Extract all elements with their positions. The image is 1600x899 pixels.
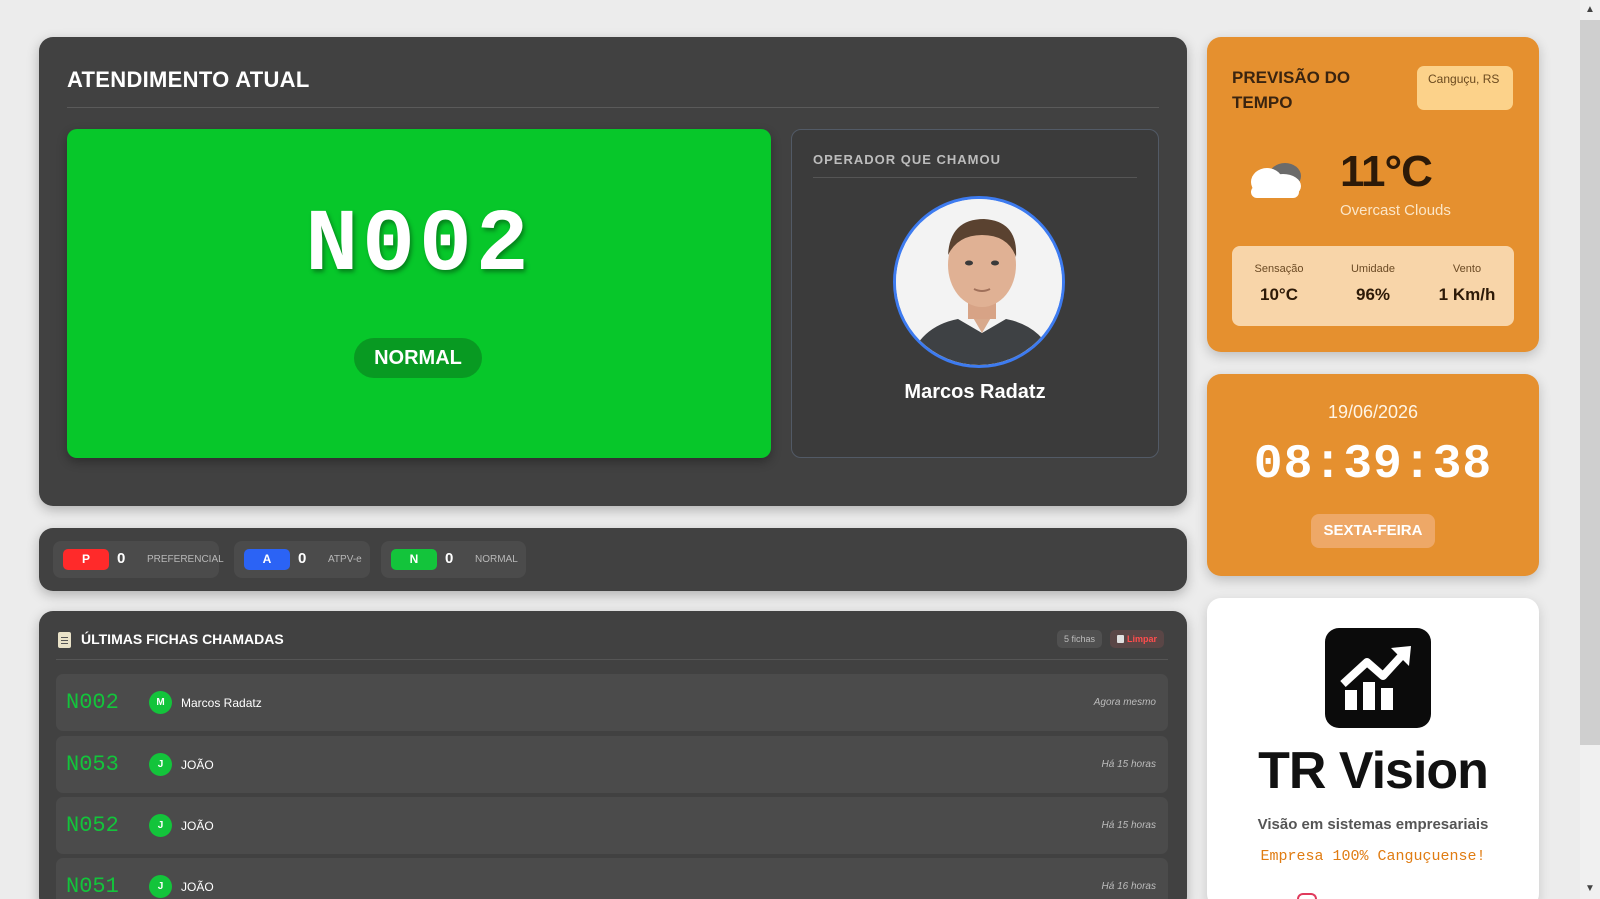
counter-label: ATPV-e [328, 554, 362, 565]
counter-badge: P [63, 549, 109, 570]
brand-name: TR Vision [1258, 742, 1489, 800]
history-row: N051 J JOÃO Há 16 horas [56, 858, 1168, 899]
operator-photo-icon [896, 199, 1062, 365]
counter-label: PREFERENCIAL [147, 554, 224, 565]
counter-preferencial: P 0 PREFERENCIAL [53, 541, 224, 578]
clock-panel: 19/06/2026 08:39:38 SEXTA-FEIRA [1207, 374, 1539, 576]
weather-city-badge: Canguçu, RS [1417, 66, 1513, 110]
stat-value: 96% [1355, 285, 1391, 304]
instagram-icon[interactable] [1297, 893, 1317, 899]
operator-label: OPERADOR QUE CHAMOU [813, 152, 1002, 167]
cloud-icon [1251, 163, 1301, 198]
counter-badge: N [391, 549, 437, 570]
clock-time: 08:39:38 [1253, 438, 1493, 492]
trash-icon [1117, 635, 1124, 643]
operator-card: OPERADOR QUE CHAMOU Marcos Radatz [791, 129, 1159, 458]
current-call-panel: ATENDIMENTO ATUAL N002 NORMAL OPERADOR Q… [39, 37, 1187, 506]
title-divider [67, 107, 1159, 108]
weather-temperature: 11°C [1340, 147, 1433, 196]
history-time: Há 15 horas [1101, 820, 1156, 831]
counter-count: 0 [445, 550, 454, 567]
stat-feels-like: Sensação 10°C [1232, 263, 1326, 305]
operator-avatar [893, 196, 1065, 368]
history-ticket-number: N052 [66, 813, 119, 838]
history-operator-name: JOÃO [181, 819, 214, 833]
operator-divider [813, 177, 1137, 178]
last-tickets-title: ÚLTIMAS FICHAS CHAMADAS [81, 631, 284, 647]
page-scrollbar[interactable]: ▲ ▼ [1580, 0, 1600, 899]
clear-history-label: Limpar [1127, 634, 1158, 644]
current-ticket-card: N002 NORMAL [67, 129, 771, 458]
stat-wind: Vento 1 Km/h [1420, 263, 1514, 305]
weather-description: Overcast Clouds [1340, 202, 1451, 219]
counter-count: 0 [117, 550, 126, 567]
clipboard-icon [58, 632, 71, 648]
counter-count: 0 [298, 550, 307, 567]
history-operator-name: JOÃO [181, 880, 214, 894]
weather-stats: Sensação 10°C Umidade 96% Vento 1 Km/h [1232, 246, 1514, 326]
weather-panel: PREVISÃO DO TEMPO Canguçu, RS 11°C Overc… [1207, 37, 1539, 352]
history-ticket-number: N053 [66, 752, 119, 777]
history-operator-avatar: J [149, 814, 172, 837]
current-ticket-type-badge: NORMAL [354, 338, 482, 378]
stat-label: Sensação [1254, 263, 1304, 275]
ticket-counters-bar: P 0 PREFERENCIAL A 0 ATPV-e N 0 NORMAL [39, 528, 1187, 591]
stat-value: 10°C [1260, 285, 1298, 304]
history-row: N002 M Marcos Radatz Agora mesmo [56, 674, 1168, 731]
brand-slogan: Visão em sistemas empresariais [1257, 816, 1489, 833]
clock-date: 19/06/2026 [1327, 402, 1419, 422]
stat-value: 1 Km/h [1438, 285, 1496, 304]
brand-panel: TR Vision Visão em sistemas empresariais… [1207, 598, 1539, 899]
stat-label: Vento [1452, 263, 1482, 275]
history-operator-avatar: M [149, 691, 172, 714]
counter-normal: N 0 NORMAL [381, 541, 526, 578]
history-time: Agora mesmo [1093, 697, 1156, 708]
brand-logo [1325, 628, 1431, 728]
history-divider [56, 659, 1168, 660]
current-call-title: ATENDIMENTO ATUAL [67, 67, 310, 92]
counter-label: NORMAL [475, 554, 518, 565]
history-time: Há 16 horas [1101, 881, 1156, 892]
clear-history-button[interactable]: Limpar [1110, 630, 1165, 648]
history-ticket-number: N002 [66, 690, 119, 715]
tickets-count-chip: 5 fichas [1057, 630, 1103, 648]
scroll-down-icon[interactable]: ▼ [1580, 881, 1600, 897]
history-ticket-number: N051 [66, 874, 119, 899]
current-ticket-number: N002 [305, 197, 533, 296]
counter-badge: A [244, 549, 290, 570]
operator-name: Marcos Radatz [904, 381, 1046, 403]
scrollbar-thumb[interactable] [1580, 20, 1600, 745]
history-time: Há 15 horas [1101, 759, 1156, 770]
chart-trend-icon [1340, 646, 1411, 710]
history-operator-name: JOÃO [181, 758, 214, 772]
counter-atpv: A 0 ATPV-e [234, 541, 370, 578]
stat-humidity: Umidade 96% [1326, 263, 1420, 305]
clock-weekday: SEXTA-FEIRA [1311, 514, 1435, 548]
history-row: N053 J JOÃO Há 15 horas [56, 736, 1168, 793]
last-tickets-panel: ÚLTIMAS FICHAS CHAMADAS 5 fichas Limpar … [39, 611, 1187, 899]
weather-title: PREVISÃO DO TEMPO [1232, 68, 1351, 112]
history-operator-name: Marcos Radatz [181, 696, 262, 710]
scroll-up-icon[interactable]: ▲ [1580, 2, 1600, 18]
history-operator-avatar: J [149, 875, 172, 898]
history-row: N052 J JOÃO Há 15 horas [56, 797, 1168, 854]
stat-label: Umidade [1350, 263, 1396, 275]
history-operator-avatar: J [149, 753, 172, 776]
brand-tagline: Empresa 100% Canguçuense! [1260, 848, 1486, 865]
